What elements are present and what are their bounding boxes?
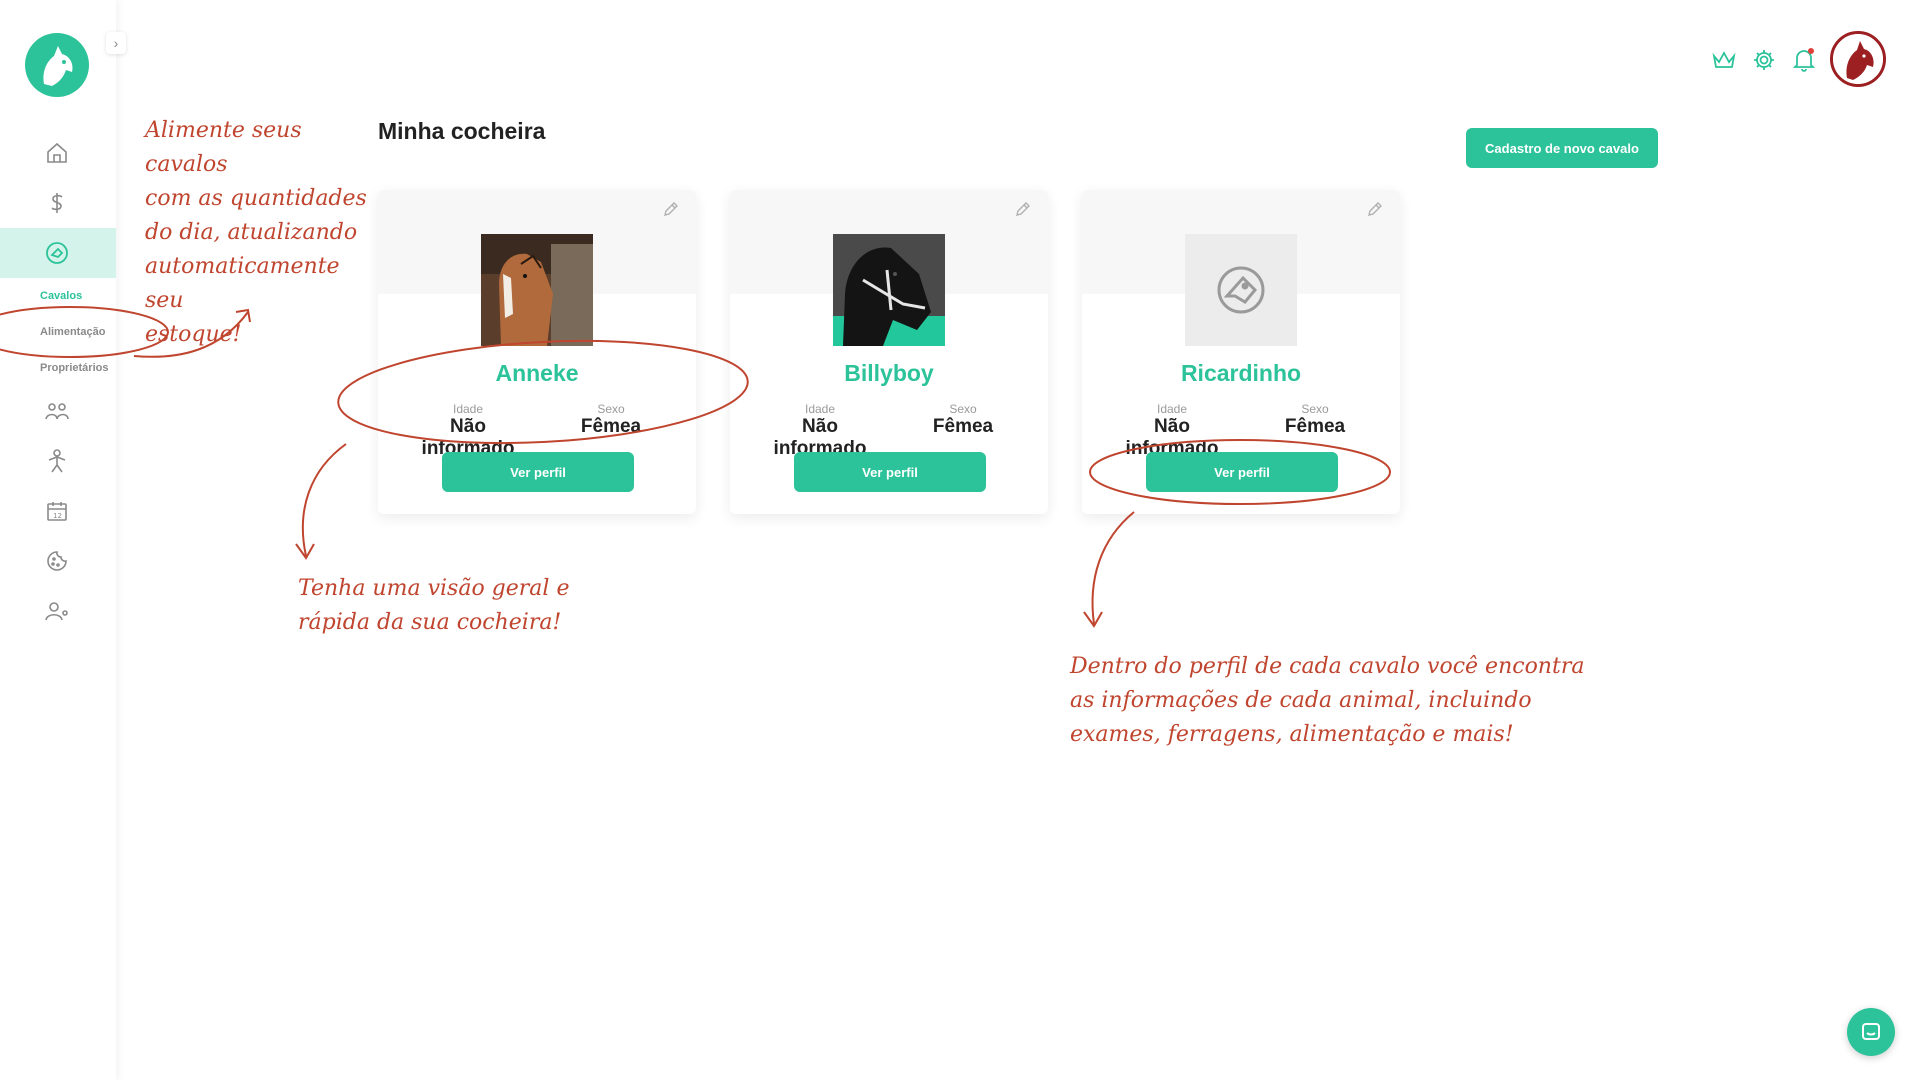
sidebar-item-alimentacao[interactable]: Alimentação [40,326,105,338]
people-icon[interactable] [42,396,72,426]
dollar-icon[interactable] [42,188,72,218]
horse-name: Anneke [495,360,579,386]
bell-icon[interactable] [1790,46,1818,74]
annotation-arrow [1091,511,1135,625]
chat-button[interactable] [1847,1008,1895,1056]
calendar-icon[interactable]: 12 [42,496,72,526]
annotation-arrow [301,443,347,557]
age-label: Idade [1156,402,1188,416]
view-profile-button[interactable]: Ver perfil [794,452,986,492]
sidebar-item-cavalos[interactable]: Cavalos [40,290,82,302]
annotation-line: com as quantidades [145,186,367,211]
annotation-overview: Tenha uma visão geral e rápida da sua co… [298,572,569,640]
annotation-profile: Dentro do perfil de cada cavalo você enc… [1070,650,1584,752]
sex-label: Sexo [949,402,977,416]
annotation-line: as informações de cada animal, incluindo [1070,688,1532,713]
annotation-line: automaticamente seu [145,254,340,313]
age-label: Idade [804,402,836,416]
sex-label: Sexo [597,402,625,416]
horse-photo [833,234,945,346]
horse-icon[interactable] [42,238,72,268]
horse-card: Billyboy Idade Não informado Sexo Fêmea … [730,190,1048,514]
sex-label: Sexo [1301,402,1329,416]
age-label: Idade [452,402,484,416]
annotation-line: Dentro do perfil de cada cavalo você enc… [1070,654,1585,679]
view-profile-button[interactable]: Ver perfil [1146,452,1338,492]
pencil-icon[interactable] [1366,200,1384,218]
placeholder-horse-icon [1185,234,1297,346]
annotation-line: Alimente seus cavalos [145,118,302,177]
sex-stat: Sexo Fêmea [576,402,646,438]
svg-text:12: 12 [53,512,62,520]
horse-name: Ricardinho [1180,360,1302,386]
sex-value: Fêmea [1284,416,1346,437]
annotation-line: estoque! [145,322,242,347]
sidebar: › Cavalos Alimentação Proprietários 12 [0,0,126,1080]
horse-card: Ricardinho Idade Não informado Sexo Fême… [1082,190,1400,514]
sex-value: Fêmea [932,416,994,437]
annotation-line: rápida da sua cocheira! [298,610,562,635]
app-logo[interactable] [24,32,90,98]
view-profile-button[interactable]: Ver perfil [442,452,634,492]
new-horse-button[interactable]: Cadastro de novo cavalo [1466,128,1658,168]
sidebar-collapse-button[interactable]: › [106,32,126,54]
home-icon[interactable] [42,138,72,168]
pencil-icon[interactable] [1014,200,1032,218]
horse-card: Anneke Idade Não informado Sexo Fêmea Ve… [378,190,696,514]
annotation-line: Tenha uma visão geral e [298,576,570,601]
chat-icon [1862,1023,1880,1040]
sex-stat: Sexo Fêmea [928,402,998,438]
crown-icon[interactable] [1710,46,1738,74]
sex-stat: Sexo Fêmea [1280,402,1350,438]
sidebar-item-proprietarios[interactable]: Proprietários [40,362,108,374]
horse-name: Billyboy [844,360,934,386]
sex-value: Fêmea [580,416,642,437]
user-settings-icon[interactable] [42,596,72,626]
horse-photo [481,234,593,346]
user-avatar[interactable] [1830,31,1886,87]
pencil-icon[interactable] [662,200,680,218]
rider-icon[interactable] [42,446,72,476]
page-title: Minha cocheira [378,118,546,144]
cookie-icon[interactable] [42,546,72,576]
annotation-line: do dia, atualizando [145,220,358,245]
gear-icon[interactable] [1750,46,1778,74]
annotation-line: exames, ferragens, alimentação e mais! [1070,722,1514,747]
annotation-arrowhead [1083,611,1103,628]
annotation-feed: Alimente seus cavalos com as quantidades… [145,114,385,352]
annotation-arrowhead [295,543,315,560]
